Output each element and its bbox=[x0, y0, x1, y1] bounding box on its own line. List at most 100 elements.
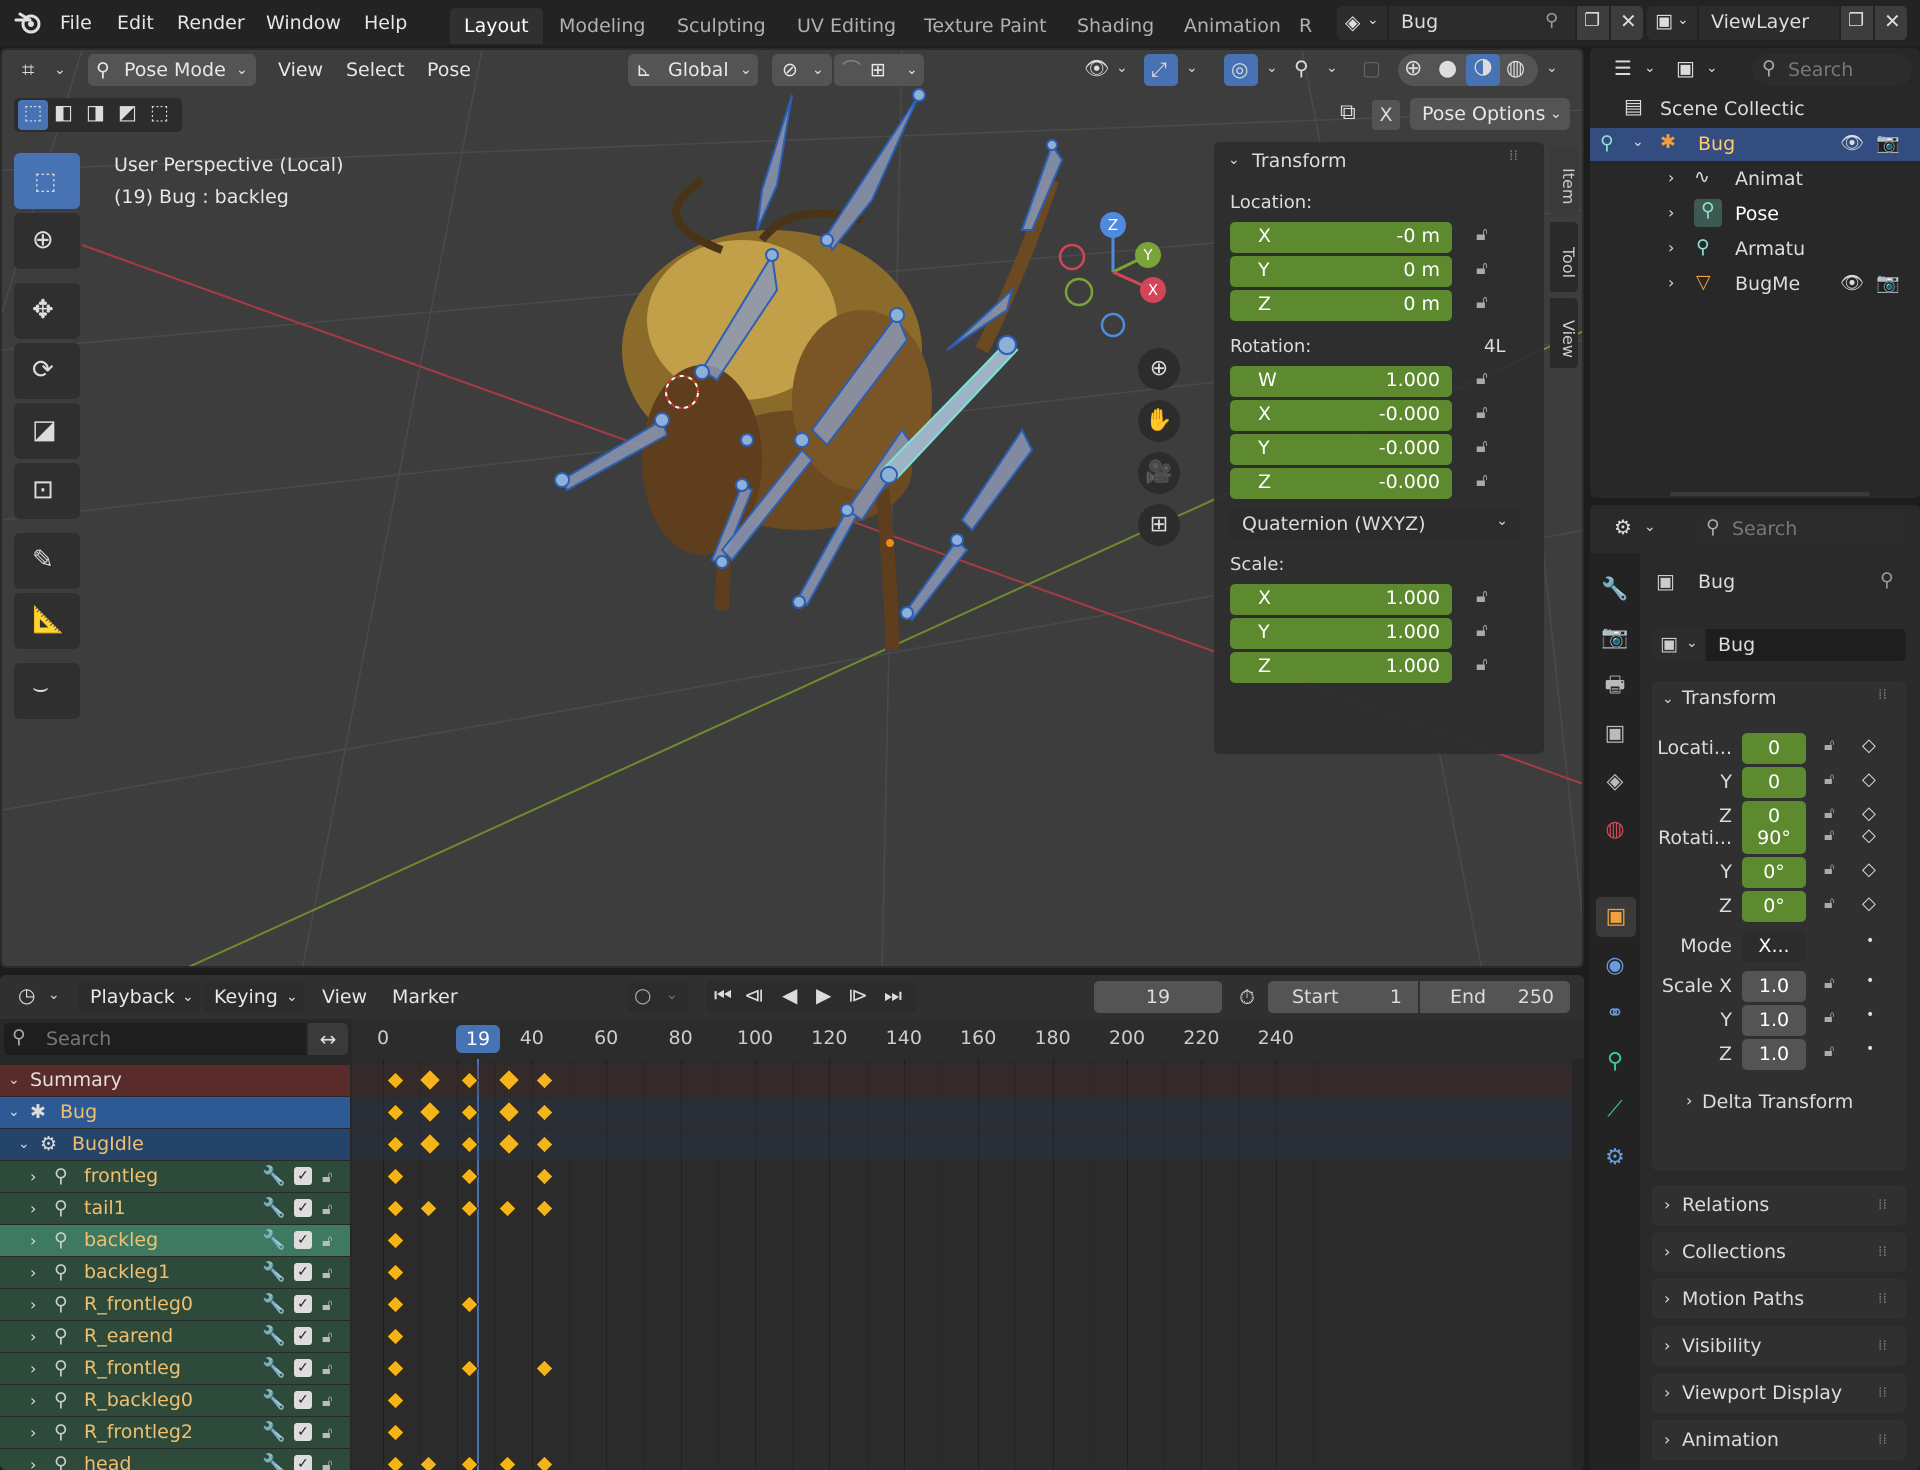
lock-icon[interactable]: 🔓︎ bbox=[322, 1289, 332, 1320]
chevron-right-icon[interactable]: › bbox=[1668, 273, 1674, 292]
viewport-display-section[interactable]: › Viewport Display ⁞⁞ bbox=[1652, 1373, 1906, 1413]
scale-z-field[interactable]: Z 1.000 bbox=[1230, 652, 1452, 683]
delta-transform-subpanel[interactable]: Delta Transform bbox=[1702, 1091, 1853, 1113]
lock-icon[interactable]: 🔓︎ bbox=[1824, 859, 1834, 879]
play-icon[interactable]: ▶ bbox=[816, 983, 831, 1007]
blender-logo-icon[interactable] bbox=[14, 10, 44, 36]
keyframe-dot-icon[interactable]: • bbox=[1866, 973, 1874, 989]
rotate-tool[interactable]: ⟳ bbox=[14, 343, 80, 399]
chevron-right-icon[interactable]: › bbox=[30, 1289, 36, 1320]
keyframe-diamond-icon[interactable]: ◇ bbox=[1862, 769, 1876, 790]
camera-icon[interactable]: 📷 bbox=[1876, 131, 1900, 154]
location-y-field[interactable]: 0 bbox=[1742, 767, 1806, 798]
object-browse-button[interactable]: ▣ ⌄ bbox=[1652, 629, 1704, 661]
lock-icon[interactable]: 🔓︎ bbox=[1824, 735, 1834, 755]
start-frame-field[interactable]: Start 1 bbox=[1268, 981, 1418, 1013]
drag-handle-icon[interactable]: ⁞⁞ bbox=[1509, 148, 1518, 164]
relax-pose-tool[interactable]: ⌣ bbox=[14, 663, 80, 719]
keyframe-dot-icon[interactable]: • bbox=[1866, 933, 1874, 949]
outliner-editor-type-button[interactable]: ☰ ⌄ bbox=[1610, 54, 1662, 86]
constraints-tab-icon[interactable]: ⚭ bbox=[1600, 999, 1630, 1029]
menu-pose[interactable]: Pose bbox=[427, 54, 471, 86]
snap-dropdown[interactable]: ⌒ ⊞ ⌄ bbox=[834, 54, 924, 86]
delete-scene-button[interactable]: ✕ bbox=[1611, 6, 1643, 40]
pin-icon[interactable]: ⚲ bbox=[1545, 10, 1558, 31]
select-extend-icon[interactable]: ◧ bbox=[54, 100, 73, 124]
x-mirror-toggle[interactable]: X bbox=[1372, 100, 1400, 130]
scene-tab-icon[interactable]: ◈ bbox=[1600, 767, 1630, 797]
chevron-right-icon[interactable]: › bbox=[30, 1225, 36, 1256]
view-layer-field[interactable]: ViewLayer bbox=[1699, 6, 1839, 40]
channel-row[interactable]: ⌄ ⚙ BugIdle bbox=[0, 1129, 350, 1160]
lock-icon[interactable]: 🔓︎ bbox=[1476, 402, 1488, 423]
keying-menu[interactable]: Keying ⌄ bbox=[204, 981, 304, 1013]
scene-selector-button[interactable]: ◈ ⌄ bbox=[1337, 6, 1387, 40]
tab-layout[interactable]: Layout bbox=[450, 8, 543, 44]
menu-select[interactable]: Select bbox=[346, 54, 405, 86]
location-x-field[interactable]: X -0 m bbox=[1230, 222, 1452, 253]
lock-icon[interactable]: 🔓︎ bbox=[1824, 973, 1834, 993]
outliner-scrollbar[interactable] bbox=[1670, 492, 1870, 496]
new-scene-button[interactable]: ❐ bbox=[1577, 6, 1609, 40]
lock-icon[interactable]: 🔓︎ bbox=[1476, 224, 1488, 245]
output-tab-icon[interactable]: 🖶 bbox=[1600, 671, 1630, 701]
select-new-icon[interactable]: ⬚ bbox=[18, 100, 48, 130]
rotation-w-field[interactable]: W 1.000 bbox=[1230, 366, 1452, 397]
chevron-right-icon[interactable]: › bbox=[30, 1161, 36, 1192]
material-shading-icon[interactable]: ◑ bbox=[1466, 54, 1500, 86]
checkbox-icon[interactable]: ✓ bbox=[294, 1231, 312, 1249]
menu-edit[interactable]: Edit bbox=[117, 0, 154, 46]
menu-window[interactable]: Window bbox=[266, 0, 341, 46]
camera-icon[interactable]: 🎥 bbox=[1138, 452, 1180, 494]
wireframe-shading-icon[interactable]: ⊕ bbox=[1404, 56, 1422, 81]
measure-tool[interactable]: 📐 bbox=[14, 593, 80, 649]
tab-item[interactable]: Item bbox=[1550, 146, 1578, 216]
menu-view[interactable]: View bbox=[278, 54, 323, 86]
armature-data-tab-icon[interactable]: ⚲ bbox=[1600, 1047, 1630, 1077]
perspective-grid-icon[interactable]: ⊞ bbox=[1138, 504, 1180, 546]
view-layer-tab-icon[interactable]: ▣ bbox=[1600, 719, 1630, 749]
checkbox-icon[interactable]: ✓ bbox=[294, 1263, 312, 1281]
channel-row[interactable]: ⌄ Summary bbox=[0, 1065, 350, 1096]
solid-shading-icon[interactable]: ● bbox=[1438, 56, 1457, 81]
chevron-right-icon[interactable]: › bbox=[1686, 1091, 1692, 1110]
tab-view[interactable]: View bbox=[1550, 298, 1578, 368]
editor-type-button[interactable]: ⌗ ⌄ bbox=[12, 56, 82, 88]
lock-icon[interactable]: 🔓︎ bbox=[322, 1449, 332, 1470]
timeline-menu-view[interactable]: View bbox=[322, 981, 367, 1013]
gizmo-z-axis[interactable]: Z bbox=[1100, 212, 1126, 238]
cursor-tool[interactable]: ⊕ bbox=[14, 213, 80, 269]
rotation-x-field[interactable]: 90° bbox=[1742, 823, 1806, 854]
lock-icon[interactable]: 🔓︎ bbox=[322, 1193, 332, 1224]
lock-icon[interactable]: 🔓︎ bbox=[1824, 893, 1834, 913]
lock-icon[interactable]: 🔓︎ bbox=[1824, 1007, 1834, 1027]
keyframe-dot-icon[interactable]: • bbox=[1866, 1007, 1874, 1023]
xray-toggle-button[interactable]: ▢ bbox=[1358, 54, 1388, 86]
wrench-icon[interactable]: 🔧 bbox=[262, 1225, 286, 1256]
object-name-field[interactable]: Bug bbox=[1706, 629, 1906, 661]
chevron-down-icon[interactable]: ⌄ bbox=[8, 1097, 20, 1128]
tab-uv-editing[interactable]: UV Editing bbox=[783, 8, 910, 44]
bone-constraints-tab-icon[interactable]: ⚙ bbox=[1600, 1143, 1630, 1173]
lock-icon[interactable]: 🔓︎ bbox=[322, 1321, 332, 1352]
rotation-lock-4l[interactable]: 4L bbox=[1484, 336, 1505, 357]
scene-name-field[interactable]: Bug ⚲ bbox=[1389, 6, 1575, 40]
channel-row[interactable]: ⌄ ✱ Bug bbox=[0, 1097, 350, 1128]
outliner-row-bug[interactable]: ⚲ ⌄ ✱ Bug 👁 📷 bbox=[1590, 128, 1920, 161]
outliner-search-input[interactable]: ⚲ Search bbox=[1752, 54, 1912, 86]
channel-row[interactable]: › ⚲ head 🔧 ✓ 🔓︎ bbox=[0, 1449, 350, 1470]
jump-end-icon[interactable]: ⏭ bbox=[884, 983, 902, 1007]
channel-row[interactable]: › ⚲ frontleg 🔧 ✓ 🔓︎ bbox=[0, 1161, 350, 1192]
outliner-row-armature[interactable]: › ⚲ Armatu bbox=[1590, 233, 1920, 266]
visibility-dropdown[interactable]: 👁 ⌄ bbox=[1082, 54, 1134, 86]
checkbox-icon[interactable]: ✓ bbox=[294, 1423, 312, 1441]
chevron-right-icon[interactable]: › bbox=[1668, 203, 1674, 222]
channel-row[interactable]: › ⚲ R_frontleg0 🔧 ✓ 🔓︎ bbox=[0, 1289, 350, 1320]
wrench-icon[interactable]: 🔧 bbox=[262, 1353, 286, 1384]
keyframe-diamond-icon[interactable]: ◇ bbox=[1862, 825, 1876, 846]
view-layer-selector-button[interactable]: ▣ ⌄ bbox=[1647, 6, 1697, 40]
checkbox-icon[interactable]: ✓ bbox=[294, 1359, 312, 1377]
rendered-shading-icon[interactable]: ◍ bbox=[1506, 56, 1525, 81]
scale-tool[interactable]: ◪ bbox=[14, 403, 80, 459]
tab-shading[interactable]: Shading bbox=[1063, 8, 1168, 44]
